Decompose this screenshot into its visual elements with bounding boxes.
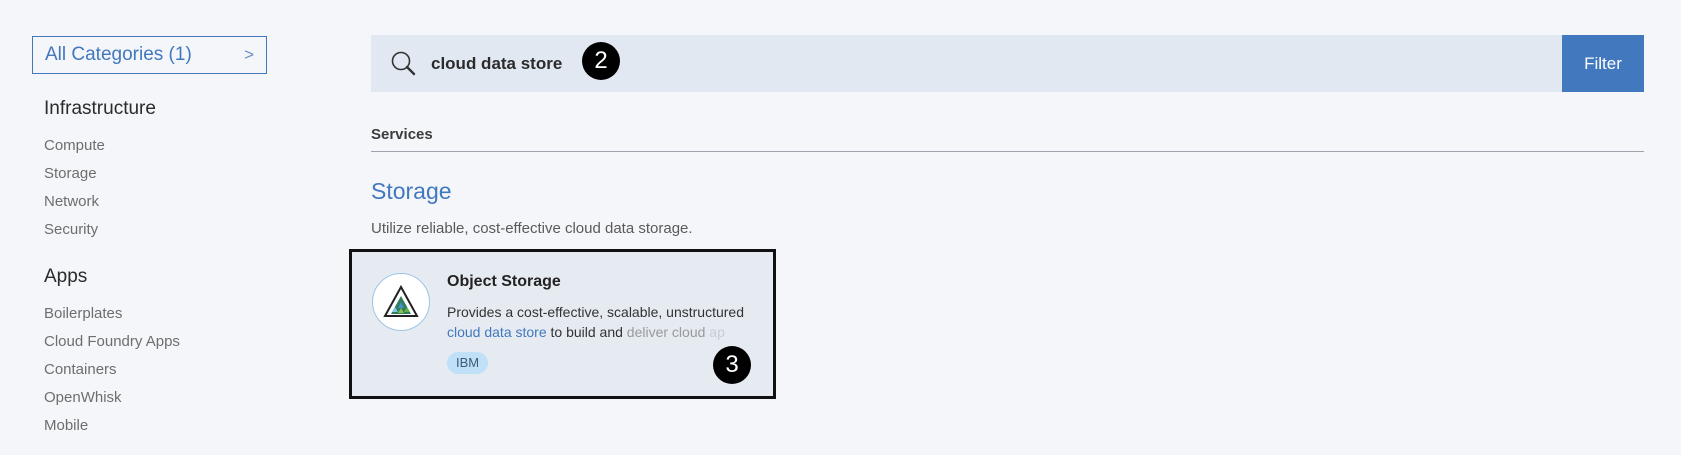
sidebar-item-network[interactable]: Network [44, 188, 272, 216]
chevron-right-icon: > [244, 45, 254, 64]
card-desc-part1: Provides a cost-effective, scalable, uns… [447, 304, 745, 320]
apps-list: Boilerplates Cloud Foundry Apps Containe… [44, 300, 272, 440]
filter-button[interactable]: Filter [1562, 35, 1644, 92]
object-storage-card[interactable]: Object Storage Provides a cost-effective… [349, 249, 776, 399]
step-2-marker: 2 [582, 42, 620, 80]
card-desc-fade-end: ap [705, 324, 725, 340]
object-storage-logo-icon [372, 273, 430, 331]
storage-section-description: Utilize reliable, cost-effective cloud d… [371, 220, 693, 237]
sidebar-item-containers[interactable]: Containers [44, 356, 272, 384]
card-desc-fade: deliver cloud [626, 324, 706, 340]
step-3-marker: 3 [713, 346, 751, 384]
sidebar-item-compute[interactable]: Compute [44, 132, 272, 160]
card-description: Provides a cost-effective, scalable, uns… [447, 302, 757, 342]
infrastructure-list: Compute Storage Network Security [44, 132, 272, 244]
page: All Categories (1) > Infrastructure Comp… [0, 0, 1681, 455]
sidebar-item-boilerplates[interactable]: Boilerplates [44, 300, 272, 328]
services-label: Services [371, 126, 1644, 152]
provider-tag: IBM [447, 352, 489, 374]
sidebar-item-mobile[interactable]: Mobile [44, 412, 272, 440]
all-categories-button[interactable]: All Categories (1) > [32, 36, 267, 74]
card-desc-part2: to build and [546, 324, 627, 340]
sidebar-item-storage[interactable]: Storage [44, 160, 272, 188]
search-bar: Filter [371, 35, 1644, 92]
apps-heading: Apps [44, 266, 88, 287]
search-icon [391, 51, 416, 75]
sidebar-item-openwhisk[interactable]: OpenWhisk [44, 384, 272, 412]
sidebar-item-cloud-foundry-apps[interactable]: Cloud Foundry Apps [44, 328, 272, 356]
sidebar: All Categories (1) > Infrastructure Comp… [32, 36, 272, 440]
card-title: Object Storage [447, 273, 561, 290]
storage-section-title[interactable]: Storage [371, 178, 452, 205]
all-categories-label: All Categories (1) [45, 44, 192, 65]
card-desc-highlight: cloud data store [447, 324, 547, 340]
sidebar-item-security[interactable]: Security [44, 216, 272, 244]
infrastructure-heading: Infrastructure [44, 98, 156, 119]
